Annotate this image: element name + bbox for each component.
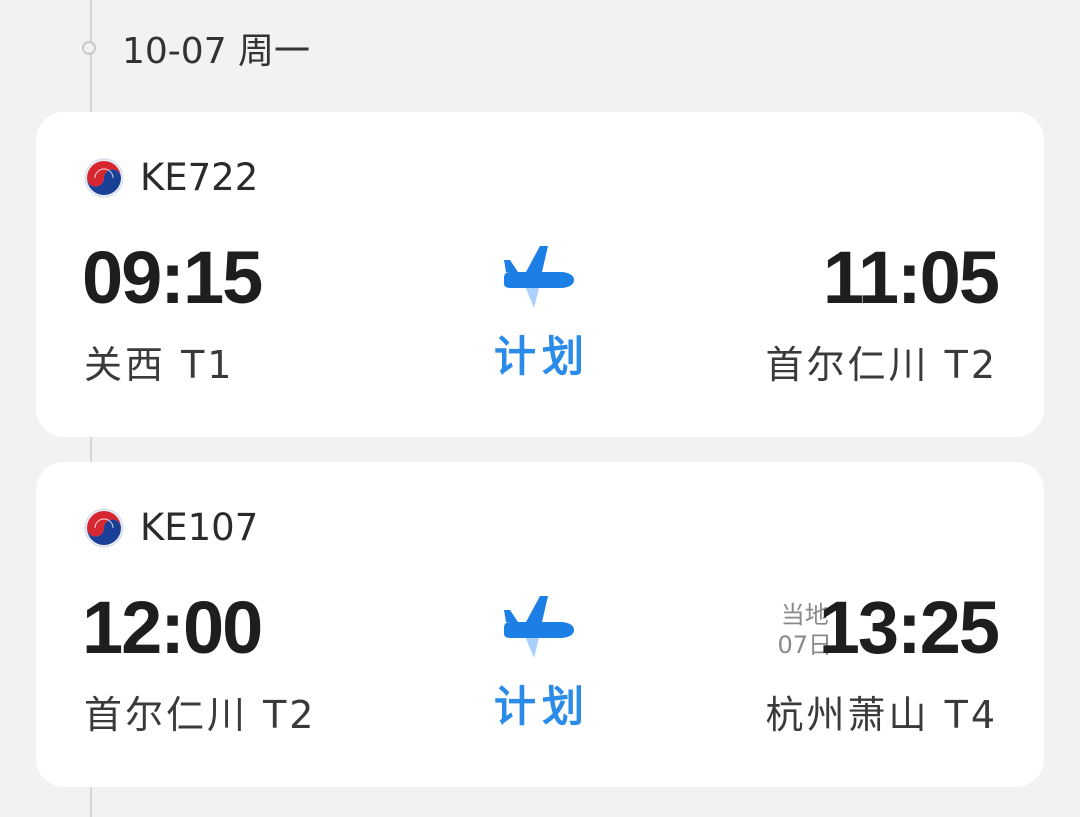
departure-airport: 首尔仁川 T2 bbox=[84, 693, 317, 737]
korean-air-logo-icon bbox=[84, 158, 124, 198]
flight-number: KE107 bbox=[140, 506, 259, 549]
airplane-icon bbox=[504, 596, 574, 658]
departure-time: 09:15 bbox=[82, 236, 263, 319]
korean-air-logo-icon bbox=[84, 508, 124, 548]
arrival-time: 11:05 bbox=[822, 236, 1000, 319]
flight-card[interactable]: KE107 12:00 首尔仁川 T2 计划 当地 07日 13:25 杭州萧山… bbox=[36, 462, 1044, 787]
arrival-airport: 首尔仁川 T2 bbox=[765, 343, 998, 387]
flight-card[interactable]: KE722 09:15 关西 T1 计划 11:05 首尔仁川 T2 bbox=[36, 112, 1044, 437]
departure-airport: 关西 T1 bbox=[84, 343, 235, 387]
flight-status: 计划 bbox=[493, 682, 590, 731]
date-label: 10-07 周一 bbox=[122, 31, 311, 72]
arrival-time: 13:25 bbox=[818, 586, 1000, 669]
timeline-dot bbox=[82, 41, 96, 55]
flight-number: KE722 bbox=[140, 156, 259, 199]
airplane-icon bbox=[504, 246, 574, 308]
arrival-airport: 杭州萧山 T4 bbox=[765, 693, 998, 737]
departure-time: 12:00 bbox=[82, 586, 263, 669]
flight-status: 计划 bbox=[493, 332, 590, 381]
